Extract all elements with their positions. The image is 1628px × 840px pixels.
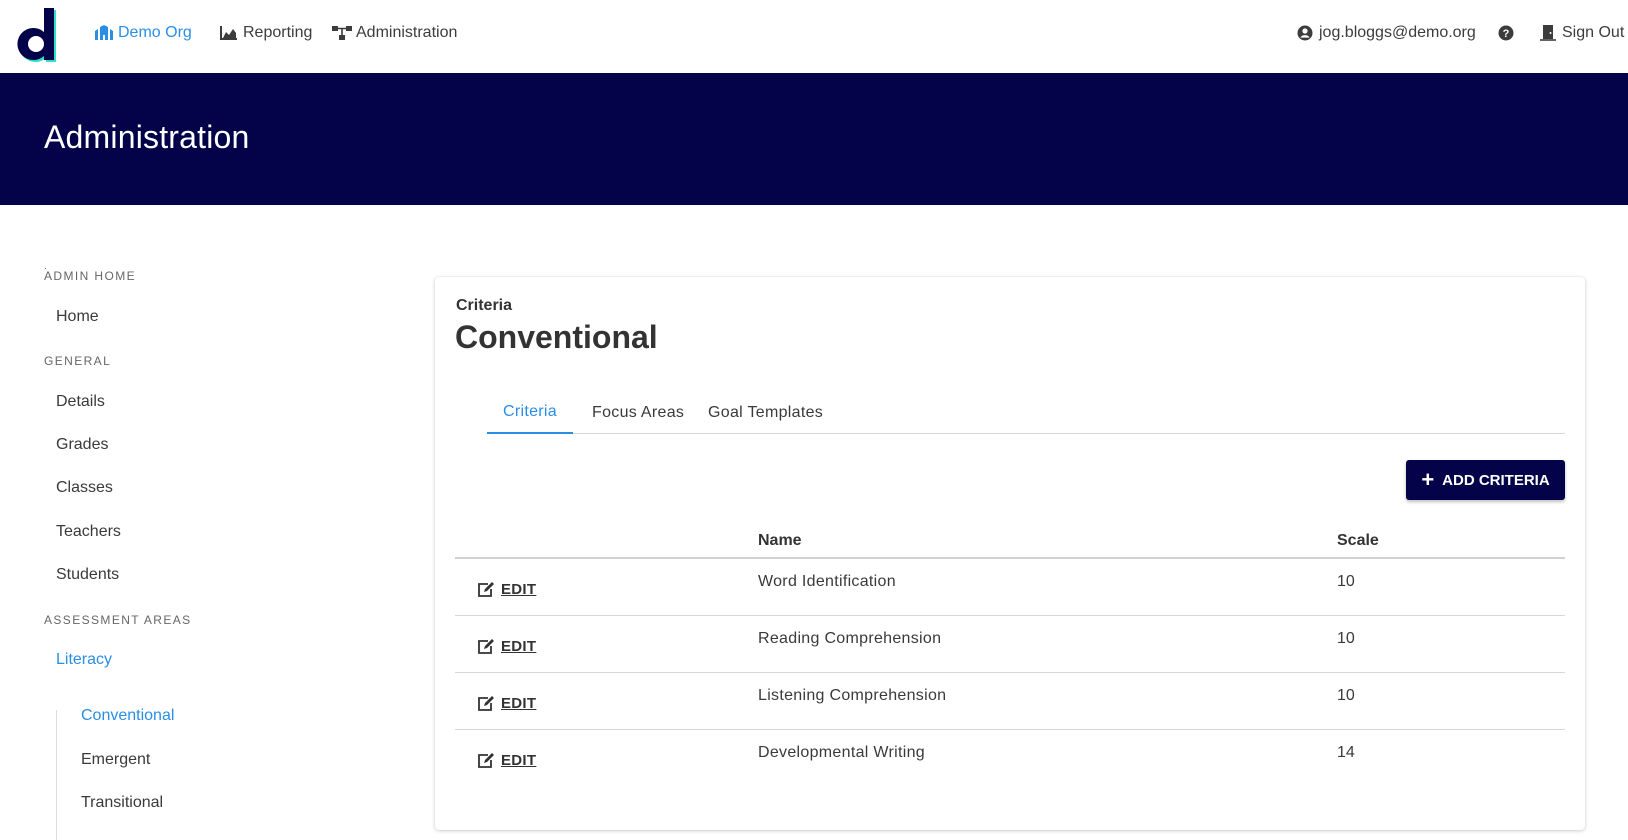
tab-focus-areas[interactable]: Focus Areas <box>576 392 700 434</box>
app-logo[interactable] <box>14 6 60 64</box>
nav-administration-label: Administration <box>356 24 458 41</box>
edit-label: EDIT <box>501 581 537 598</box>
edit-link[interactable]: EDIT <box>477 752 536 769</box>
add-criteria-label: ADD CRITERIA <box>1442 471 1550 489</box>
sidebar-item-grades[interactable]: Grades <box>56 436 108 454</box>
nav-user-account[interactable]: jog.bloggs@demo.org <box>1295 22 1476 44</box>
sidebar-subitem-conventional[interactable]: Conventional <box>81 707 174 725</box>
user-email: jog.bloggs@demo.org <box>1319 24 1476 41</box>
sidebar-heading-assessment-areas: ASSESSMENT AREAS <box>44 613 192 627</box>
top-navbar: Demo Org Reporting Administration jog.bl… <box>0 0 1628 73</box>
criteria-scale: 14 <box>1337 744 1355 761</box>
sidebar-item-details[interactable]: Details <box>56 393 105 411</box>
table-row: EDIT Reading Comprehension 10 <box>455 616 1565 673</box>
area-chart-icon <box>219 25 239 41</box>
edit-link[interactable]: EDIT <box>477 638 536 655</box>
sidebar-item-students[interactable]: Students <box>56 566 119 584</box>
criteria-table: Name Scale EDIT Word Identification 10 E… <box>455 529 1565 787</box>
sidebar-item-teachers[interactable]: Teachers <box>56 523 121 541</box>
edit-label: EDIT <box>501 752 537 769</box>
add-criteria-button[interactable]: + ADD CRITERIA <box>1406 460 1565 500</box>
sidebar-item-home[interactable]: Home <box>56 308 99 326</box>
edit-icon <box>478 752 494 768</box>
nav-demo-org[interactable]: Demo Org <box>94 22 192 44</box>
door-exit-icon <box>1538 25 1558 41</box>
nav-reporting[interactable]: Reporting <box>219 22 312 44</box>
sidebar-heading-general: GENERAL <box>44 354 112 368</box>
edit-icon <box>478 695 494 711</box>
sidebar-item-literacy[interactable]: Literacy <box>56 651 112 669</box>
tab-goal-templates[interactable]: Goal Templates <box>692 392 839 434</box>
nav-administration[interactable]: Administration <box>332 22 457 44</box>
sub-nav-rail <box>56 710 57 840</box>
edit-icon <box>478 581 494 597</box>
table-row: EDIT Listening Comprehension 10 <box>455 673 1565 730</box>
criteria-name: Listening Comprehension <box>758 687 947 704</box>
sidebar-subitem-emergent[interactable]: Emergent <box>81 751 150 769</box>
edit-icon <box>478 638 494 654</box>
plus-icon: + <box>1421 467 1435 492</box>
nav-demo-org-label: Demo Org <box>118 24 192 41</box>
table-header: Name Scale <box>455 529 1565 559</box>
criteria-name: Developmental Writing <box>758 744 925 761</box>
tab-criteria[interactable]: Criteria <box>487 392 573 434</box>
criteria-name: Reading Comprehension <box>758 630 942 647</box>
sidebar-heading-admin-home: ADMIN HOME <box>44 269 136 283</box>
nav-reporting-label: Reporting <box>243 24 313 41</box>
page-banner: Administration <box>0 73 1628 205</box>
help-button[interactable]: ? <box>1496 22 1520 44</box>
criteria-name: Word Identification <box>758 573 896 590</box>
criteria-scale: 10 <box>1337 573 1355 590</box>
edit-link[interactable]: EDIT <box>477 581 536 598</box>
criteria-scale: 10 <box>1337 687 1355 704</box>
user-circle-icon <box>1295 25 1315 41</box>
svg-text:?: ? <box>1503 28 1510 40</box>
question-circle-icon: ? <box>1496 25 1516 41</box>
card-title: Conventional <box>455 319 658 355</box>
sidebar-subitem-transitional[interactable]: Transitional <box>81 794 163 812</box>
card-subtitle: Criteria <box>456 297 513 314</box>
edit-link[interactable]: EDIT <box>477 695 536 712</box>
sidebar-item-classes[interactable]: Classes <box>56 479 113 497</box>
admin-sidebar: . ADMIN HOME Home GENERAL Details Grades… <box>0 205 420 840</box>
criteria-card: Criteria Conventional Criteria Focus Are… <box>435 277 1585 830</box>
nav-sign-out[interactable]: Sign Out <box>1538 22 1624 44</box>
edit-label: EDIT <box>501 695 537 712</box>
column-header-scale: Scale <box>1337 532 1379 549</box>
building-icon <box>94 25 114 41</box>
nav-sign-out-label: Sign Out <box>1562 24 1625 41</box>
table-row: EDIT Word Identification 10 <box>455 559 1565 616</box>
table-row: EDIT Developmental Writing 14 <box>455 730 1565 787</box>
tab-bar: Criteria Focus Areas Goal Templates <box>487 392 1565 434</box>
criteria-scale: 10 <box>1337 630 1355 647</box>
column-header-name: Name <box>758 532 802 549</box>
page-title: Administration <box>44 119 250 155</box>
edit-label: EDIT <box>501 638 537 655</box>
sitemap-icon <box>332 25 352 41</box>
